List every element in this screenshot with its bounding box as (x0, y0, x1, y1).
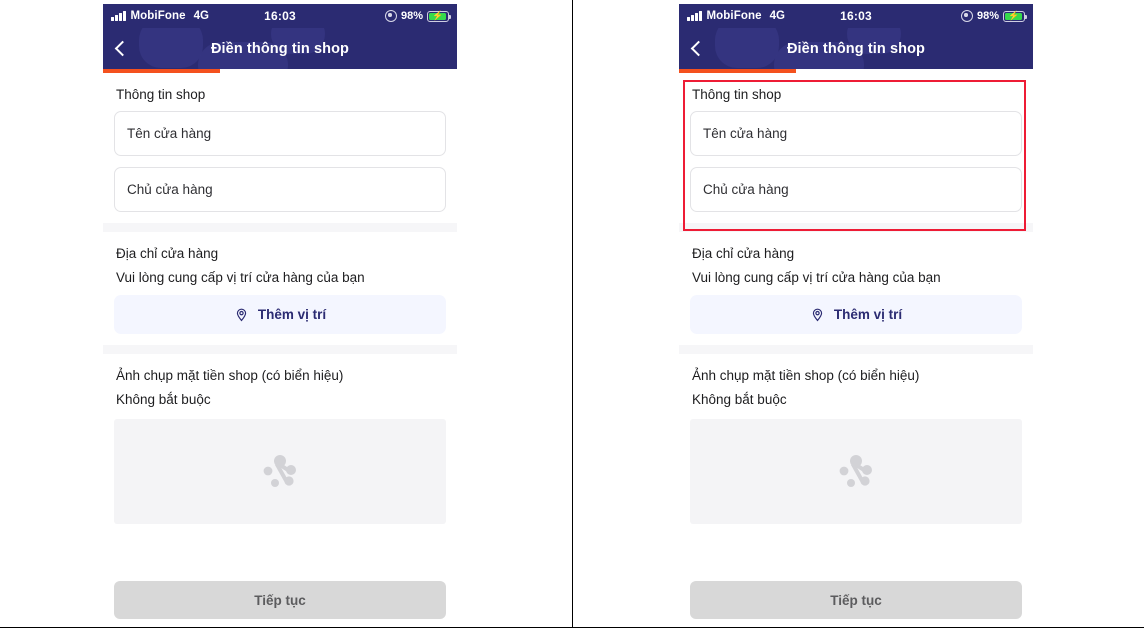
add-location-button[interactable]: Thêm vị trí (114, 295, 446, 334)
address-title: Địa chỉ cửa hàng (116, 246, 219, 261)
battery-percent-label: 98% (976, 10, 999, 22)
charging-bolt-glyph: ⚡ (1008, 10, 1020, 21)
map-pin-icon (810, 307, 825, 322)
shop-owner-field[interactable]: Chủ cửa hàng (114, 167, 446, 212)
shop-info-title: Thông tin shop (692, 87, 782, 102)
section-separator (103, 223, 457, 232)
shop-name-field[interactable]: Tên cửa hàng (114, 111, 446, 156)
shop-info-section: Thông tin shop Tên cửa hàng Chủ cửa hàng (103, 73, 457, 212)
nav-decoration-shape (847, 28, 901, 54)
image-placeholder-icon (839, 454, 872, 487)
network-type-label: 4G (769, 10, 785, 22)
storefront-photo-section: Ảnh chụp mặt tiền shop (có biển hiệu) Kh… (103, 354, 457, 524)
nav-decoration-shape (271, 28, 325, 54)
comparison-page: MobiFone 4G 16:03 98% ⚡ Điền thông tin s… (0, 0, 1144, 635)
shop-owner-field[interactable]: Chủ cửa hàng (690, 167, 1022, 212)
network-type-label: 4G (193, 10, 209, 22)
shop-info-section: Thông tin shop Tên cửa hàng Chủ cửa hàng (679, 73, 1033, 212)
address-subtitle: Vui lòng cung cấp vị trí cửa hàng của bạ… (116, 270, 365, 285)
panel-divider (572, 0, 573, 627)
add-location-label: Thêm vị trí (833, 307, 903, 322)
photo-subtitle: Không bắt buộc (116, 392, 211, 407)
location-services-icon (384, 10, 397, 22)
status-bar-right: 98% ⚡ (384, 10, 452, 22)
carrier-label: MobiFone (130, 10, 186, 22)
battery-percent-label: 98% (400, 10, 423, 22)
section-separator (103, 345, 457, 354)
photo-title: Ảnh chụp mặt tiền shop (có biển hiệu) (116, 368, 344, 383)
address-section: Địa chỉ cửa hàng Vui lòng cung cấp vị tr… (103, 232, 457, 334)
status-bar-left: MobiFone 4G (687, 10, 785, 22)
back-button[interactable] (103, 28, 137, 69)
shop-name-field[interactable]: Tên cửa hàng (690, 111, 1022, 156)
add-location-button[interactable]: Thêm vị trí (690, 295, 1022, 334)
back-button[interactable] (679, 28, 713, 69)
address-title: Địa chỉ cửa hàng (692, 246, 795, 261)
storefront-photo-section: Ảnh chụp mặt tiền shop (có biển hiệu) Kh… (679, 354, 1033, 524)
phone-screenshot-right: MobiFone 4G 16:03 98% ⚡ Điền thông tin s… (679, 4, 1033, 627)
address-subtitle: Vui lòng cung cấp vị trí cửa hàng của bạ… (692, 270, 941, 285)
chevron-left-icon (114, 40, 130, 57)
carrier-label: MobiFone (706, 10, 762, 22)
page-bottom-rule (0, 627, 1144, 628)
continue-button[interactable]: Tiếp tục (114, 581, 446, 619)
battery-charging-icon: ⚡ (427, 10, 452, 22)
nav-decoration-shape (715, 28, 779, 68)
image-placeholder-icon (263, 454, 296, 487)
signal-bars-icon (687, 11, 702, 21)
section-separator (679, 223, 1033, 232)
map-pin-icon (234, 307, 249, 322)
charging-bolt-glyph: ⚡ (432, 10, 444, 21)
location-services-icon (960, 10, 973, 22)
section-separator (679, 345, 1033, 354)
status-bar: MobiFone 4G 16:03 98% ⚡ (679, 4, 1033, 28)
battery-charging-icon: ⚡ (1003, 10, 1028, 22)
signal-bars-icon (111, 11, 126, 21)
photo-upload-area[interactable] (690, 419, 1022, 524)
photo-subtitle: Không bắt buộc (692, 392, 787, 407)
chevron-left-icon (690, 40, 706, 57)
status-bar-left: MobiFone 4G (111, 10, 209, 22)
status-bar-right: 98% ⚡ (960, 10, 1028, 22)
photo-title: Ảnh chụp mặt tiền shop (có biển hiệu) (692, 368, 920, 383)
nav-bar: Điền thông tin shop (103, 28, 457, 69)
photo-upload-area[interactable] (114, 419, 446, 524)
nav-bar: Điền thông tin shop (679, 28, 1033, 69)
add-location-label: Thêm vị trí (257, 307, 327, 322)
shop-info-title: Thông tin shop (116, 87, 206, 102)
continue-button[interactable]: Tiếp tục (690, 581, 1022, 619)
phone-screenshot-left: MobiFone 4G 16:03 98% ⚡ Điền thông tin s… (103, 4, 457, 627)
address-section: Địa chỉ cửa hàng Vui lòng cung cấp vị tr… (679, 232, 1033, 334)
status-bar: MobiFone 4G 16:03 98% ⚡ (103, 4, 457, 28)
screen-body: Thông tin shop Tên cửa hàng Chủ cửa hàng… (679, 73, 1033, 627)
nav-decoration-shape (139, 28, 203, 68)
screen-body: Thông tin shop Tên cửa hàng Chủ cửa hàng… (103, 73, 457, 627)
